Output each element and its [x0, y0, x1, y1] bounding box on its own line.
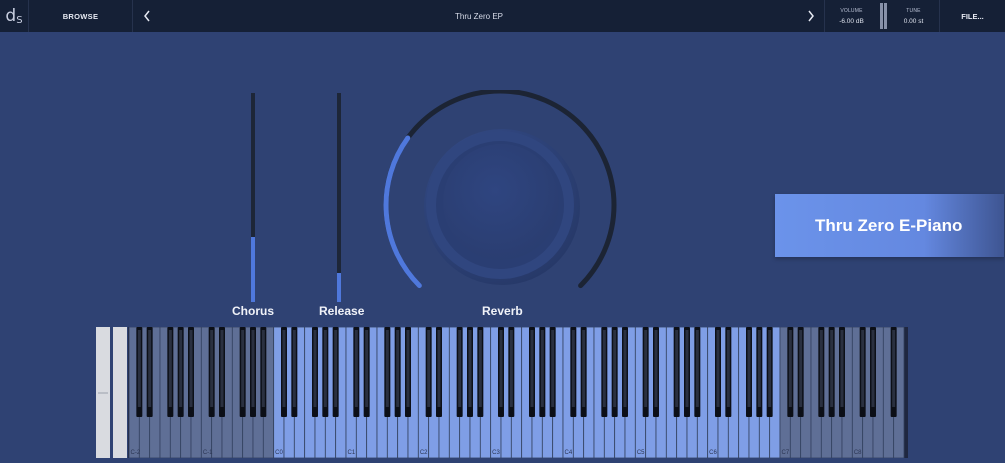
previous-preset-button[interactable] [133, 0, 161, 32]
black-key-highlight [788, 330, 792, 407]
logo: d S [0, 0, 29, 32]
volume-control[interactable]: VOLUME -6.00 dB [825, 0, 878, 32]
black-key-highlight [509, 330, 513, 407]
chorus-slider[interactable] [251, 93, 255, 302]
octave-label: C6 [709, 450, 717, 456]
black-key-highlight [292, 330, 296, 407]
black-key-highlight [354, 330, 358, 407]
release-slider-fill [337, 272, 341, 302]
black-key-highlight [241, 330, 245, 407]
octave-label: C7 [782, 450, 790, 456]
octave-label: C-2 [131, 450, 141, 456]
tune-control[interactable]: TUNE 0.00 st [888, 0, 940, 32]
black-key-highlight [654, 330, 658, 407]
black-key-highlight [189, 330, 193, 407]
release-label: Release [319, 304, 365, 318]
reverb-knob-cap [443, 144, 559, 260]
black-key-highlight [261, 330, 265, 407]
black-key-highlight [747, 330, 751, 407]
octave-label: C2 [420, 450, 428, 456]
file-menu-button[interactable]: FILE... [940, 0, 1005, 32]
black-key-highlight [313, 330, 317, 407]
black-key-highlight [892, 330, 896, 407]
black-key-highlight [602, 330, 606, 407]
meter-left-bar [880, 3, 883, 29]
black-key-highlight [168, 330, 172, 407]
release-slider[interactable] [337, 93, 341, 302]
black-key-highlight [137, 330, 141, 407]
black-key-highlight [251, 330, 255, 407]
black-key-highlight [365, 330, 369, 407]
black-key-highlight [623, 330, 627, 407]
black-key-highlight [406, 330, 410, 407]
black-key-highlight [499, 330, 503, 407]
volume-caption: VOLUME [840, 8, 863, 14]
mod-wheel[interactable] [113, 327, 127, 458]
keyboard-area: C-2 C-1 C0 C1 C2 C3 C4 C5 C6 C7 C8 [96, 327, 908, 458]
piano-keyboard[interactable]: C-2 C-1 C0 C1 C2 C3 C4 C5 C6 C7 C8 [96, 327, 908, 458]
black-key-highlight [613, 330, 617, 407]
black-key-highlight [458, 330, 462, 407]
chevron-left-icon [144, 10, 150, 22]
black-key-highlight [551, 330, 555, 407]
reverb-knob-value-arc [383, 135, 422, 289]
black-key-highlight [210, 330, 214, 407]
octave-label: C8 [854, 450, 862, 456]
black-key-highlight [871, 330, 875, 407]
octave-label: C3 [492, 450, 500, 456]
black-key-highlight [468, 330, 472, 407]
black-key-highlight [571, 330, 575, 407]
reverb-knob[interactable] [380, 90, 620, 310]
logo-main: d [5, 6, 17, 26]
black-key-highlight [685, 330, 689, 407]
black-key-highlight [478, 330, 482, 407]
octave-label: C5 [637, 450, 645, 456]
black-key-highlight [582, 330, 586, 407]
black-key-highlight [282, 330, 286, 407]
black-key-highlight [819, 330, 823, 407]
black-key-highlight [716, 330, 720, 407]
black-key-highlight [861, 330, 865, 407]
octave-label: C4 [565, 450, 573, 456]
next-preset-button[interactable] [797, 0, 825, 32]
black-key-highlight [396, 330, 400, 407]
chevron-right-icon [807, 10, 814, 22]
preset-name[interactable]: Thru Zero EP [161, 0, 797, 32]
octave-label: C0 [275, 450, 283, 456]
black-key-highlight [148, 330, 152, 407]
octave-label: C-1 [203, 450, 213, 456]
black-key-highlight [385, 330, 389, 407]
black-key-highlight [220, 330, 224, 407]
meter-right-bar [884, 3, 887, 29]
patch-name-panel: Thru Zero E-Piano [775, 194, 1004, 257]
black-key-highlight [334, 330, 338, 407]
volume-value: -6.00 dB [839, 18, 864, 25]
black-key-highlight [840, 330, 844, 407]
black-key-highlight [530, 330, 534, 407]
logo-sub: S [16, 14, 23, 26]
black-key-highlight [768, 330, 772, 407]
reverb-label: Reverb [482, 304, 523, 318]
black-key-highlight [427, 330, 431, 407]
chorus-label: Chorus [232, 304, 274, 318]
tune-value: 0.00 st [903, 18, 924, 25]
black-key-highlight [757, 330, 761, 407]
chorus-slider-fill [251, 237, 255, 302]
black-key-highlight [830, 330, 834, 407]
browse-button[interactable]: BROWSE [29, 0, 133, 32]
black-key-highlight [644, 330, 648, 407]
black-key-highlight [540, 330, 544, 407]
black-key-highlight [726, 330, 730, 407]
black-key-highlight [799, 330, 803, 407]
top-bar: d S BROWSE Thru Zero EP VOLUME -6.00 dB … [0, 0, 1005, 32]
black-key-highlight [675, 330, 679, 407]
black-key-highlight [179, 330, 183, 407]
tune-caption: TUNE [906, 8, 921, 14]
black-key-highlight [323, 330, 327, 407]
black-key-highlight [695, 330, 699, 407]
black-key-highlight [437, 330, 441, 407]
level-meter [878, 0, 888, 32]
octave-label: C1 [348, 450, 356, 456]
